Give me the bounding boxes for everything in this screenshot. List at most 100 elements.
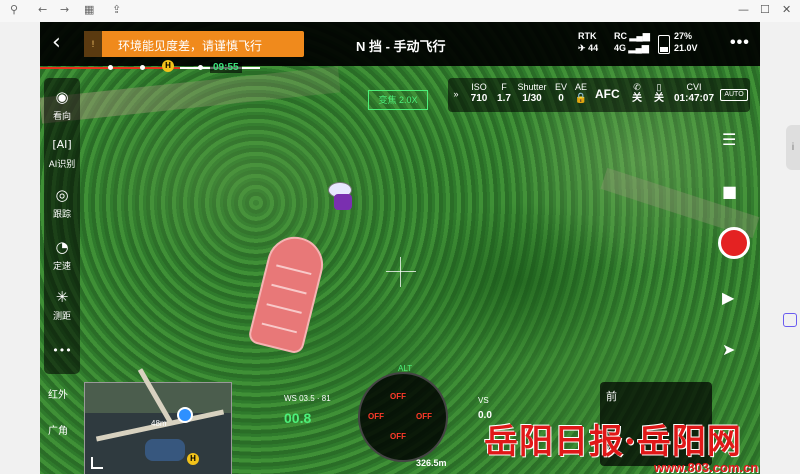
close-icon[interactable]: ✕ xyxy=(782,3,791,16)
settings-sliders-icon[interactable]: ☰ xyxy=(722,130,736,149)
rtk-label: RTK xyxy=(578,31,597,41)
front-camera-label[interactable]: 前 xyxy=(606,388,617,404)
ai-icon: [AI] xyxy=(52,138,72,151)
tool-label: 定速 xyxy=(52,261,71,271)
camera-settings-panel[interactable]: » ISO 710 F 1.7 Shutter 1/30 EV 0 AE 🔒 AFC ✆ 关… xyxy=(448,78,750,112)
aperture-setting[interactable]: F 1.7 xyxy=(494,81,514,105)
video-camera-icon[interactable]: ■ xyxy=(722,182,737,201)
tool-label: 跟踪 xyxy=(52,209,71,219)
tool-speed[interactable]: ◔ 定速 xyxy=(44,238,80,272)
rc-sub-line: 4G ▂▄▆ xyxy=(614,42,650,54)
horizontal-speed: 00.8 xyxy=(284,410,312,426)
record-button[interactable] xyxy=(718,227,750,259)
zoom-indicator: 变焦 2.0X xyxy=(368,90,428,110)
eye-icon: ◉ xyxy=(55,88,69,106)
watermark-url: www.803.com.cn xyxy=(654,460,759,474)
map-distance: 48m xyxy=(151,419,167,428)
auto-badge[interactable]: AUTO xyxy=(720,89,748,101)
left-margin xyxy=(0,22,40,474)
minimize-icon[interactable]: — xyxy=(738,3,749,16)
tabs-icon[interactable]: ▦ xyxy=(84,3,94,16)
home-distance: 326.5m xyxy=(416,458,447,468)
tool-ai[interactable]: [AI] AI识别 xyxy=(44,136,80,170)
person xyxy=(324,182,356,214)
satellite-icon: ✈ xyxy=(578,43,586,53)
right-margin xyxy=(760,22,800,474)
rc-label: RC xyxy=(614,31,627,41)
warning-text: 环境能见度差，请谨慎飞行 xyxy=(118,39,263,53)
focus-mode[interactable]: AFC xyxy=(595,87,620,101)
lock-icon: 🔒 xyxy=(574,93,588,104)
signal-icon: ▂▄▆ xyxy=(628,43,649,53)
newspaper-watermark: 岳阳日报·岳阳网 xyxy=(484,422,742,462)
drone-camera-view: ‹ ! 环境能见度差，请谨慎飞行 N 挡 - 手动飞行 RTK ✈ 44 RC … xyxy=(40,22,760,474)
vs-label: VS xyxy=(478,396,489,405)
tool-view[interactable]: ◉ 看向 xyxy=(44,88,80,122)
info-tab[interactable]: i xyxy=(786,125,800,170)
rc-line: RC ▂▄▆ xyxy=(614,30,650,42)
tool-label: AI识别 xyxy=(48,159,76,169)
obstacle-off-left: OFF xyxy=(368,412,384,421)
battery-icon xyxy=(658,35,670,54)
expand-map-icon[interactable] xyxy=(91,457,103,469)
laser-icon: ✳ xyxy=(55,288,69,306)
rtk-value: ✈ 44 xyxy=(578,42,598,54)
signal-icon: ▂▄▆ xyxy=(629,31,650,41)
battery-percent: 27% xyxy=(674,31,693,41)
sd-card-icon: ▯ xyxy=(656,82,662,92)
lens-wide[interactable]: 广角 xyxy=(48,422,68,437)
ev-setting[interactable]: EV 0 xyxy=(552,81,570,105)
back-icon[interactable]: ← xyxy=(38,3,47,16)
tool-label: 测距 xyxy=(52,311,71,321)
forward-icon[interactable]: → xyxy=(60,3,69,16)
ae-lock[interactable]: AE 🔒 xyxy=(572,81,590,105)
rc-network: 4G xyxy=(614,43,627,53)
tool-track[interactable]: ◎ 跟踪 xyxy=(44,186,80,220)
dirt-path xyxy=(40,66,341,124)
shutter-setting[interactable]: Shutter 1/30 xyxy=(514,81,550,105)
tool-label: 看向 xyxy=(52,111,71,121)
back-button[interactable]: ‹ xyxy=(52,30,61,56)
obstacle-off-bottom: OFF xyxy=(390,432,406,441)
tool-range[interactable]: ✳ 测距 xyxy=(44,288,80,322)
pin-icon[interactable]: ⚲ xyxy=(10,3,18,16)
drone-position-icon xyxy=(177,407,193,423)
maximize-icon[interactable]: ☐ xyxy=(760,3,770,16)
left-toolbar: ◉ 看向 [AI] AI识别 ◎ 跟踪 ◔ 定速 ✳ 测距 ••• xyxy=(44,78,80,374)
battery-voltage: 21.0V xyxy=(674,43,698,53)
battery-status[interactable]: 27% 21.0V xyxy=(674,30,698,54)
rc-status[interactable]: RC ▂▄▆ 4G ▂▄▆ xyxy=(614,30,650,54)
boat xyxy=(247,230,329,356)
target-icon: ◎ xyxy=(55,186,69,204)
record-info: CVI 01:47:07 xyxy=(673,82,715,104)
edit-icon[interactable] xyxy=(783,313,797,327)
home-marker-icon: H xyxy=(162,60,174,72)
more-menu-button[interactable]: ••• xyxy=(730,34,750,52)
home-point-icon: H xyxy=(187,453,199,465)
rtk-count: 44 xyxy=(588,43,599,53)
lens-infrared[interactable]: 红外 xyxy=(48,386,68,401)
wind-speed: WS 03.5 · 81 xyxy=(284,394,331,403)
setting-toggle-1[interactable]: ✆ 关 xyxy=(628,81,646,105)
rtk-status[interactable]: RTK ✈ 44 xyxy=(578,30,598,54)
flight-mode-title[interactable]: N 挡 - 手动飞行 xyxy=(356,36,446,55)
iso-setting[interactable]: ISO 710 xyxy=(466,81,492,105)
more-icon: ••• xyxy=(52,344,72,357)
flight-time-bar xyxy=(40,65,760,70)
share-icon[interactable]: ⇪ xyxy=(112,3,121,16)
obstacle-off-right: OFF xyxy=(416,412,432,421)
warning-icon: ! xyxy=(84,31,102,57)
setting-toggle-2[interactable]: ▯ 关 xyxy=(650,81,668,105)
top-status-bar: ‹ ! 环境能见度差，请谨慎飞行 N 挡 - 手动飞行 RTK ✈ 44 RC … xyxy=(40,22,760,66)
browser-toolbar: ⚲ ← → ▦ ⇪ — ☐ ✕ xyxy=(0,0,800,23)
tool-more[interactable]: ••• xyxy=(44,342,80,360)
phone-icon: ✆ xyxy=(633,82,641,92)
visibility-warning[interactable]: ! 环境能见度差，请谨慎飞行 xyxy=(84,31,304,57)
crosshair-icon xyxy=(386,257,416,287)
chevron-right-icon[interactable]: » xyxy=(448,88,464,100)
playback-icon[interactable]: ▶ xyxy=(722,288,734,307)
minimap[interactable]: 48m H xyxy=(84,368,232,474)
flight-time-remaining: 09:55 xyxy=(210,62,242,73)
attitude-compass[interactable]: OFF OFF OFF OFF xyxy=(358,372,448,462)
navigation-arrow-icon[interactable]: ➤ xyxy=(722,340,735,359)
